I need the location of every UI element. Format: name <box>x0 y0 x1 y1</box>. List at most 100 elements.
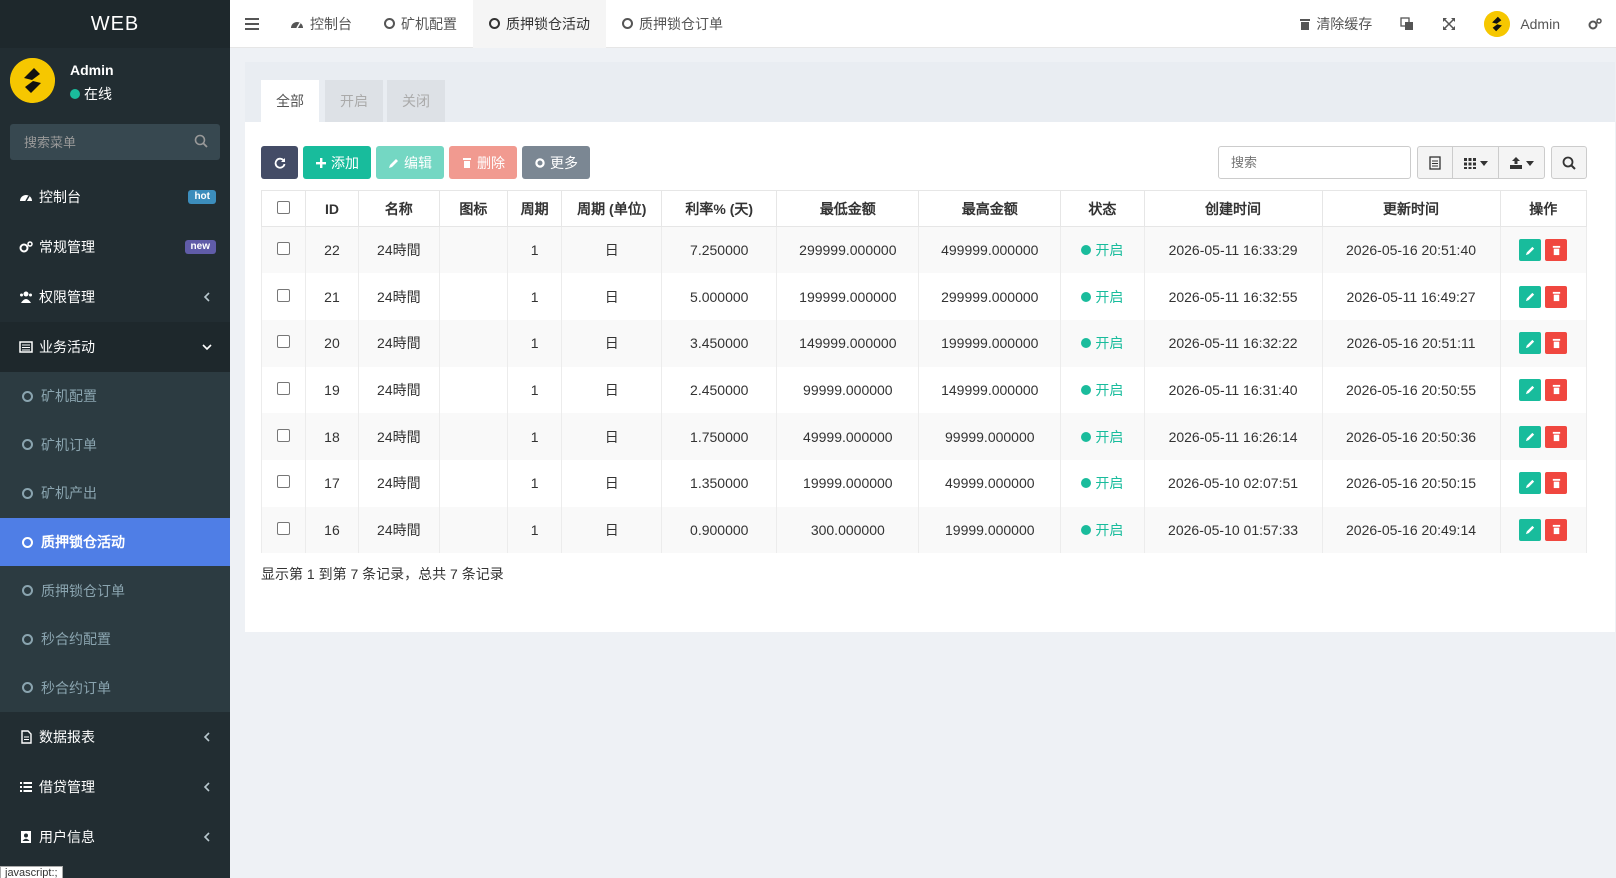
circle-icon <box>22 439 33 451</box>
sidebar-item-miner-config[interactable]: 矿机配置 <box>0 372 230 421</box>
sidebar-item-auth[interactable]: 权限管理 <box>0 272 230 322</box>
column-header[interactable]: 创建时间 <box>1143 190 1323 227</box>
sidebar-item-reports[interactable]: 数据报表 <box>0 712 230 762</box>
row-delete-button[interactable] <box>1545 425 1568 448</box>
cell-icon <box>438 319 508 367</box>
brand-logo[interactable]: WEB <box>0 0 230 48</box>
filter-tab-all[interactable]: 全部 <box>261 80 319 122</box>
export-button[interactable] <box>1498 146 1545 179</box>
status-badge[interactable]: 开启 <box>1081 287 1123 307</box>
menu-search-input[interactable] <box>10 124 220 160</box>
row-edit-button[interactable] <box>1519 239 1542 262</box>
tab-staking-order[interactable]: 质押锁仓订单 <box>606 0 739 48</box>
tab-dashboard[interactable]: 控制台 <box>274 0 368 48</box>
column-header[interactable]: 名称 <box>357 190 440 227</box>
row-delete-button[interactable] <box>1545 472 1568 495</box>
sidebar-item-staking-order[interactable]: 质押锁仓订单 <box>0 566 230 615</box>
column-header[interactable]: ID <box>305 190 359 227</box>
status-badge[interactable]: 开启 <box>1081 333 1123 353</box>
status-badge[interactable]: 开启 <box>1081 473 1123 493</box>
language-icon <box>1400 16 1414 30</box>
row-checkbox[interactable] <box>277 428 291 442</box>
delete-button[interactable]: 删除 <box>449 146 517 179</box>
sidebar-item-staking-activity[interactable]: 质押锁仓活动 <box>0 517 230 567</box>
edit-button[interactable]: 编辑 <box>376 146 444 179</box>
cell-icon <box>438 226 508 274</box>
row-edit-button[interactable] <box>1519 285 1542 308</box>
delete-label: 删除 <box>477 154 505 171</box>
status-badge[interactable]: 开启 <box>1081 380 1123 400</box>
table-row[interactable]: 16 24時間 1 日 0.900000 300.000000 19999.00… <box>260 506 1587 554</box>
column-header[interactable]: 状态 <box>1060 190 1145 227</box>
table-search-input[interactable] <box>1218 146 1411 179</box>
row-delete-button[interactable] <box>1545 285 1568 308</box>
row-edit-button[interactable] <box>1519 378 1542 401</box>
admin-user-menu[interactable]: Admin <box>1470 0 1574 48</box>
settings-button[interactable] <box>1574 0 1616 48</box>
row-checkbox[interactable] <box>277 335 291 349</box>
refresh-button[interactable] <box>261 146 298 179</box>
menu-toggle-icon[interactable] <box>230 0 274 48</box>
row-checkbox[interactable] <box>277 521 291 535</box>
search-icon[interactable] <box>194 134 208 148</box>
sidebar-item-business[interactable]: 业务活动 <box>0 322 230 372</box>
sidebar-item-user-info[interactable]: 用户信息 <box>0 812 230 862</box>
clear-cache-button[interactable]: 清除缓存 <box>1284 0 1386 48</box>
status-badge[interactable]: 开启 <box>1081 520 1123 540</box>
fullscreen-button[interactable] <box>1428 0 1470 48</box>
table-row[interactable]: 18 24時間 1 日 1.750000 49999.000000 99999.… <box>260 413 1587 460</box>
column-header[interactable]: 最低金额 <box>776 190 920 227</box>
filter-tab-off[interactable]: 关闭 <box>387 80 445 122</box>
tab-miner-config[interactable]: 矿机配置 <box>368 0 473 48</box>
column-header[interactable]: 更新时间 <box>1321 190 1501 227</box>
add-button[interactable]: 添加 <box>303 146 371 179</box>
column-header[interactable]: 周期 <box>506 190 563 227</box>
select-all-checkbox[interactable] <box>277 200 291 214</box>
more-button[interactable]: 更多 <box>522 146 590 179</box>
row-edit-button[interactable] <box>1519 332 1542 355</box>
sidebar-item-second-contract-config[interactable]: 秒合约配置 <box>0 615 230 664</box>
column-header[interactable]: 最高金额 <box>918 190 1062 227</box>
sidebar-item-dashboard[interactable]: 控制台 hot <box>0 172 230 222</box>
table-row[interactable]: 21 24時間 1 日 5.000000 199999.000000 29999… <box>260 273 1587 320</box>
table-row[interactable]: 20 24時間 1 日 3.450000 149999.000000 19999… <box>260 319 1587 367</box>
sidebar-item-miner-output[interactable]: 矿机产出 <box>0 469 230 518</box>
status-label: 开启 <box>1095 335 1124 352</box>
row-delete-button[interactable] <box>1545 378 1568 401</box>
row-checkbox[interactable] <box>277 475 291 489</box>
tab-staking-activity[interactable]: 质押锁仓活动 <box>473 0 606 48</box>
cell-actions <box>1499 366 1587 414</box>
filter-tab-on[interactable]: 开启 <box>325 80 383 122</box>
table-row[interactable]: 17 24時間 1 日 1.350000 19999.000000 49999.… <box>260 459 1587 507</box>
row-edit-button[interactable] <box>1519 425 1542 448</box>
row-delete-button[interactable] <box>1545 518 1568 541</box>
columns-button[interactable] <box>1452 146 1499 179</box>
language-button[interactable] <box>1386 0 1428 48</box>
row-edit-button[interactable] <box>1519 472 1542 495</box>
sidebar-item-miner-order[interactable]: 矿机订单 <box>0 421 230 470</box>
cell-actions <box>1499 459 1587 507</box>
status-badge[interactable]: 开启 <box>1081 240 1123 260</box>
row-edit-button[interactable] <box>1519 518 1542 541</box>
toggle-view-button[interactable] <box>1417 146 1453 179</box>
sidebar-item-label: 用户信息 <box>39 829 95 846</box>
status-badge[interactable]: 开启 <box>1081 427 1123 447</box>
row-delete-button[interactable] <box>1545 332 1568 355</box>
cell-icon <box>438 273 508 320</box>
sidebar: WEB Admin 在线 控制台 hot 常规管理 new 权限管理 业务活动 … <box>0 0 230 878</box>
sidebar-item-loans[interactable]: 借贷管理 <box>0 762 230 812</box>
row-checkbox[interactable] <box>277 242 291 256</box>
table-row[interactable]: 22 24時間 1 日 7.250000 299999.000000 49999… <box>260 226 1587 274</box>
search-button[interactable] <box>1551 146 1587 179</box>
table-row[interactable]: 19 24時間 1 日 2.450000 99999.000000 149999… <box>260 366 1587 414</box>
row-checkbox[interactable] <box>277 381 291 395</box>
row-checkbox[interactable] <box>277 288 291 302</box>
row-delete-button[interactable] <box>1545 239 1568 262</box>
column-header[interactable]: 周期 (单位) <box>561 190 663 227</box>
circle-icon <box>22 536 33 548</box>
column-header[interactable]: 利率% (天) <box>661 190 778 227</box>
column-header[interactable]: 图标 <box>438 190 508 227</box>
sidebar-item-general[interactable]: 常规管理 new <box>0 222 230 272</box>
row-select-cell <box>260 459 307 507</box>
sidebar-item-second-contract-order[interactable]: 秒合约订单 <box>0 664 230 713</box>
